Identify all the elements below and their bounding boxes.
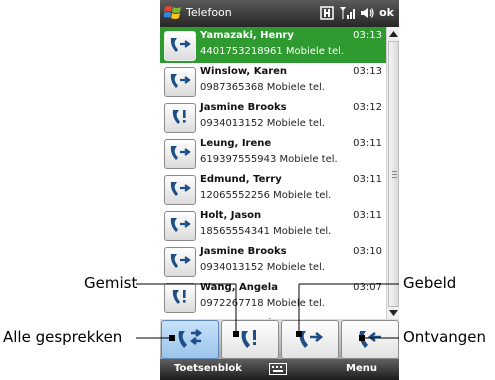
title-bar: Telefoon ok <box>160 0 399 27</box>
call-time: 03:07 <box>353 282 382 293</box>
tab-outgoing[interactable] <box>281 320 339 359</box>
call-list-item[interactable]: Edmund, Terry 03:11 12065552256 Mobiele te… <box>160 171 386 208</box>
contact-name: Wang, Angela <box>200 282 278 293</box>
missed-call-icon <box>241 329 256 348</box>
outgoing-call-icon <box>164 211 196 241</box>
call-history-list: Yamazaki, Henry 03:13 4401753218961 Mobiel… <box>160 27 386 352</box>
ok-button[interactable]: ok <box>379 6 394 19</box>
status-icons <box>320 4 374 22</box>
phone-number: 4401753218961 Mobiele tel. <box>200 46 345 57</box>
callout-missed: Gemist <box>84 274 138 292</box>
call-time: 03:10 <box>353 246 382 257</box>
contact-name: Edmund, Terry <box>200 174 282 185</box>
connection-icon <box>320 6 334 20</box>
call-time: 03:13 <box>353 66 382 77</box>
call-filter-tabs <box>160 319 399 359</box>
outgoing-call-icon <box>164 139 196 169</box>
call-time: 03:11 <box>353 174 382 185</box>
scrollbar-thumb[interactable] <box>388 41 399 307</box>
app-title: Telefoon <box>186 6 232 19</box>
scrollbar[interactable] <box>386 27 399 319</box>
phone-number: 619397555943 Mobiele tel. <box>200 154 338 165</box>
softkey-left-keypad[interactable]: Toetsenblok <box>174 363 242 374</box>
callout-outgoing: Gebeld <box>403 274 457 292</box>
call-list-item[interactable]: Jasmine Brooks 03:12 0934013152 Mobiele te… <box>160 99 386 136</box>
outgoing-call-icon <box>164 31 196 61</box>
missed-call-icon <box>164 103 196 133</box>
phone-number: 0934013152 Mobiele tel. <box>200 118 325 129</box>
callout-incoming: Ontvangen <box>403 328 487 346</box>
contact-name: Leung, Irene <box>200 138 272 149</box>
scroll-up-arrow-icon[interactable] <box>387 28 399 40</box>
call-list-item[interactable]: Wang, Angela 03:07 0972267718 Mobiele tel. <box>160 279 386 316</box>
phone-number: 0987365368 Mobiele tel. <box>200 82 325 93</box>
phone-number: 12065552256 Mobiele tel. <box>200 190 332 201</box>
call-list-item[interactable]: Leung, Irene 03:11 619397555943 Mobiele te… <box>160 135 386 172</box>
outgoing-call-icon <box>164 247 196 277</box>
call-time: 03:11 <box>353 138 382 149</box>
all-calls-icon <box>178 328 202 348</box>
phone-number: 0934013152 Mobiele tel. <box>200 262 325 273</box>
call-time: 03:11 <box>353 210 382 221</box>
tab-incoming[interactable] <box>341 320 399 359</box>
call-list-item[interactable]: Winslow, Karen 03:13 0987365368 Mobiele te… <box>160 63 386 100</box>
contact-name: Winslow, Karen <box>200 66 288 77</box>
outgoing-call-icon <box>164 175 196 205</box>
call-list-item[interactable]: Jasmine Brooks 03:10 0934013152 Mobiele te… <box>160 243 386 280</box>
softkey-bar: Toetsenblok Menu <box>160 359 399 380</box>
outgoing-call-icon <box>299 330 324 348</box>
phone-number: 18565554341 Mobiele tel. <box>200 226 332 237</box>
phone-screen: Telefoon ok Yamazaki, Henry 03:13 44017532… <box>160 0 399 380</box>
callout-all-calls: Alle gesprekken <box>3 328 123 346</box>
missed-call-icon <box>164 283 196 313</box>
contact-name: Holt, Jason <box>200 210 262 221</box>
call-time: 03:13 <box>353 30 382 41</box>
tab-missed[interactable] <box>221 320 279 359</box>
call-list-item[interactable]: Holt, Jason 03:11 18565554341 Mobiele tel. <box>160 207 386 244</box>
tab-all-calls[interactable] <box>161 320 219 359</box>
contact-name: Jasmine Brooks <box>200 246 287 257</box>
outgoing-call-icon <box>164 67 196 97</box>
contact-name: Jasmine Brooks <box>200 102 287 113</box>
call-list-item[interactable]: Yamazaki, Henry 03:13 4401753218961 Mobiel… <box>160 27 386 64</box>
phone-number: 0972267718 Mobiele tel. <box>200 298 325 309</box>
scroll-down-arrow-icon[interactable] <box>387 307 399 319</box>
windows-start-icon[interactable] <box>164 4 182 22</box>
softkey-right-menu[interactable]: Menu <box>346 363 377 374</box>
contact-name: Yamazaki, Henry <box>200 30 294 41</box>
call-time: 03:12 <box>353 102 382 113</box>
volume-icon <box>361 8 374 18</box>
incoming-call-icon <box>359 330 381 348</box>
keyboard-icon[interactable] <box>269 363 287 375</box>
signal-icon <box>340 7 355 19</box>
